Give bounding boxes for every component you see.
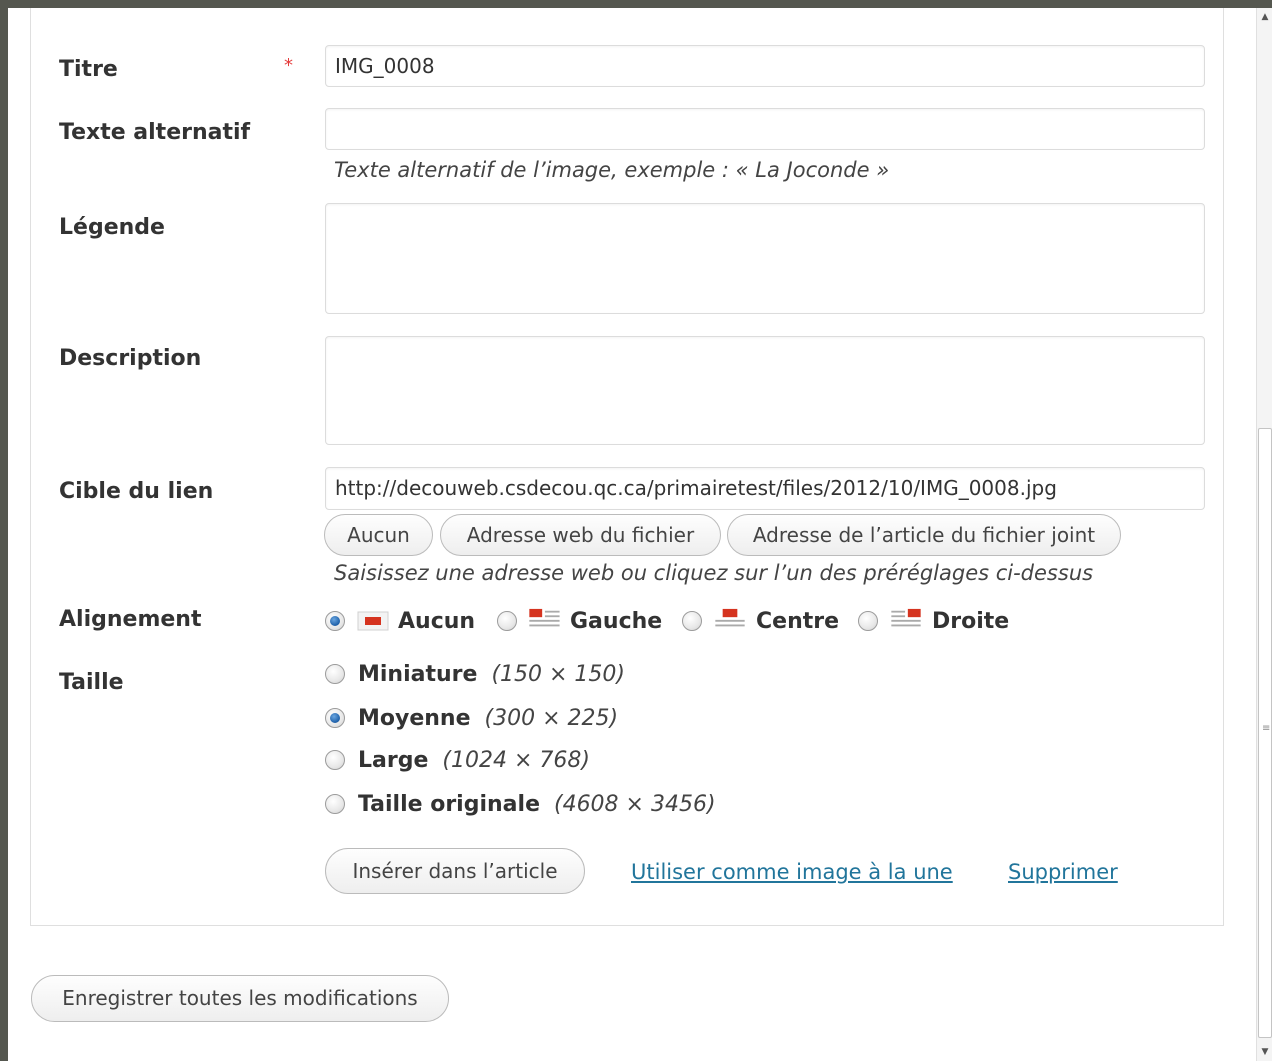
delete-link[interactable]: Supprimer (1008, 859, 1118, 885)
size-original-label: Taille originale (358, 792, 540, 817)
align-center-radio[interactable] (682, 611, 702, 631)
link-target-hint: Saisissez une adresse web ou cliquez sur… (334, 561, 1094, 585)
alt-text-hint: Texte alternatif de l’image, exemple : «… (334, 158, 890, 182)
size-thumbnail-dims: (150 × 150) (491, 662, 626, 687)
scroll-up-arrow-icon[interactable]: ▲ (1257, 10, 1272, 24)
alt-text-label: Texte alternatif (59, 120, 251, 145)
size-original-radio[interactable] (325, 794, 345, 814)
vertical-scrollbar[interactable]: ▲ ≡ ▼ (1256, 8, 1272, 1061)
set-featured-image-link[interactable]: Utiliser comme image à la une (631, 859, 953, 885)
caption-label: Légende (59, 215, 165, 240)
caption-textarea[interactable] (325, 203, 1205, 314)
alignment-label: Alignement (59, 607, 202, 632)
align-left-radio[interactable] (497, 611, 517, 631)
size-original-dims: (4608 × 3456) (553, 792, 716, 817)
scroll-grip-icon: ≡ (1262, 723, 1271, 734)
link-file-url-button[interactable]: Adresse web du fichier (440, 514, 721, 556)
save-all-changes-button[interactable]: Enregistrer toutes les modifications (31, 975, 449, 1022)
size-medium-dims: (300 × 225) (484, 706, 619, 731)
window-left-border (0, 0, 8, 1061)
align-right-radio[interactable] (858, 611, 878, 631)
align-left-label[interactable]: Gauche (570, 609, 662, 635)
required-mark: * (284, 55, 293, 76)
size-medium-radio[interactable] (325, 708, 345, 728)
align-none-radio[interactable] (325, 611, 345, 631)
title-input[interactable]: IMG_0008 (325, 45, 1205, 87)
size-label: Taille (59, 670, 124, 695)
align-none-icon (357, 611, 389, 631)
align-right-label[interactable]: Droite (932, 609, 1009, 635)
align-left-icon (529, 608, 560, 627)
align-right-icon (891, 608, 921, 627)
size-medium-label: Moyenne (358, 706, 471, 731)
scroll-thumb[interactable]: ≡ (1258, 428, 1272, 1038)
size-thumbnail-label: Miniature (358, 662, 478, 687)
size-large-option[interactable]: Large (1024 × 768) (358, 748, 590, 774)
scroll-down-arrow-icon[interactable]: ▼ (1257, 1045, 1272, 1059)
description-label: Description (59, 346, 202, 371)
insert-into-post-button[interactable]: Insérer dans l’article (325, 848, 585, 894)
description-textarea[interactable] (325, 336, 1205, 445)
align-none-label[interactable]: Aucun (398, 609, 475, 635)
size-original-option[interactable]: Taille originale (4608 × 3456) (358, 792, 716, 818)
size-medium-option[interactable]: Moyenne (300 × 225) (358, 706, 618, 732)
size-thumbnail-option[interactable]: Miniature (150 × 150) (358, 662, 625, 688)
link-none-button[interactable]: Aucun (324, 514, 433, 556)
size-large-dims: (1024 × 768) (442, 748, 590, 773)
link-post-url-button[interactable]: Adresse de l’article du fichier joint (727, 514, 1121, 556)
align-center-icon (715, 608, 745, 627)
size-large-label: Large (358, 748, 429, 773)
size-thumbnail-radio[interactable] (325, 664, 345, 684)
align-center-label[interactable]: Centre (756, 609, 839, 635)
link-target-label: Cible du lien (59, 479, 214, 504)
size-large-radio[interactable] (325, 750, 345, 770)
title-label: Titre (59, 57, 118, 82)
window-top-border (0, 0, 1272, 8)
link-url-input[interactable]: http://decouweb.csdecou.qc.ca/primairete… (325, 467, 1205, 510)
alt-text-input[interactable] (325, 108, 1205, 150)
